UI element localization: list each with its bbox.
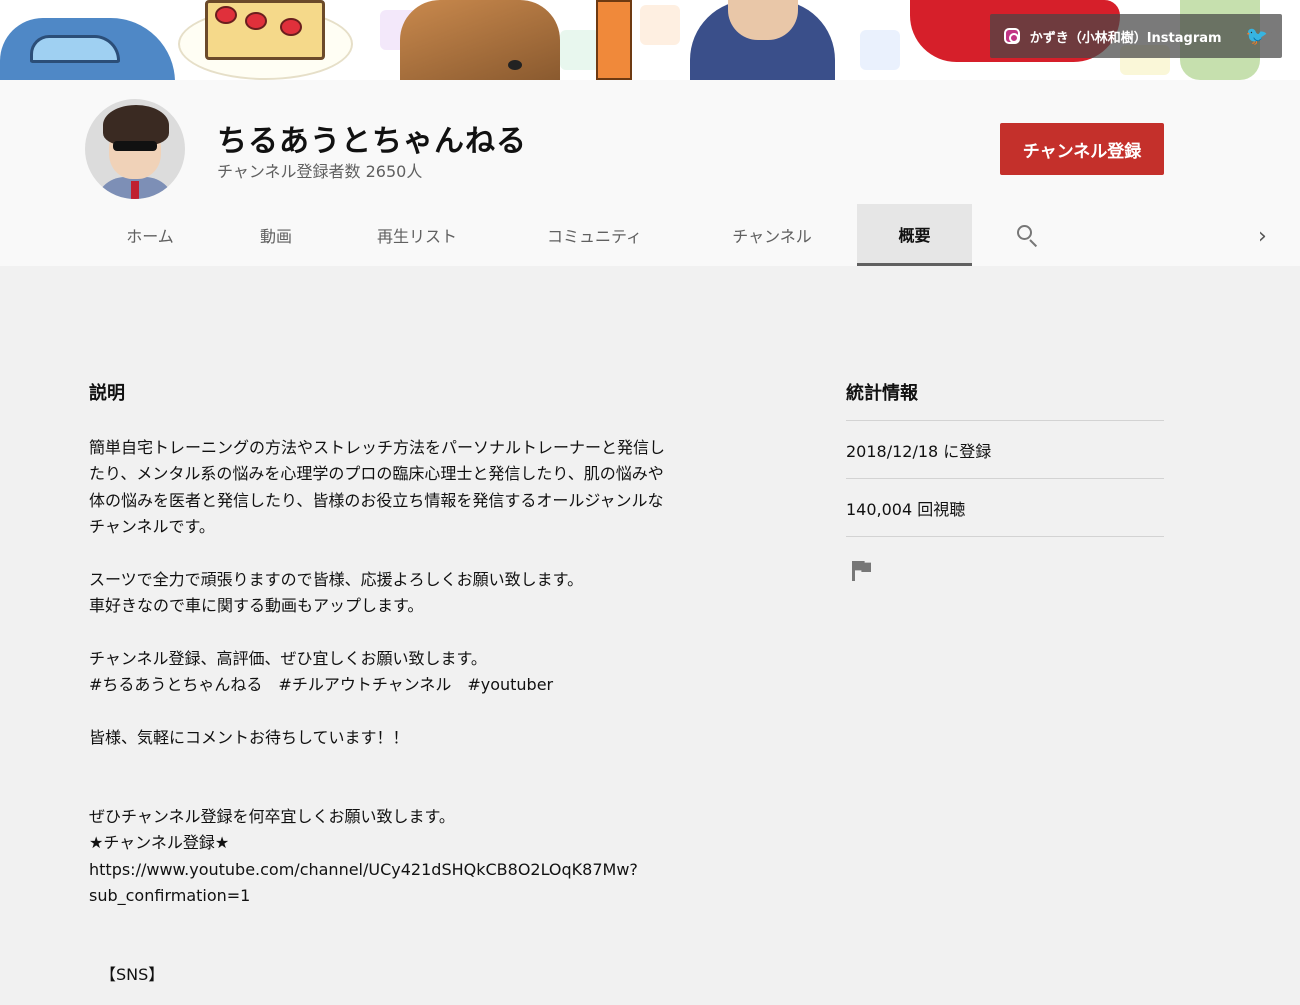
description-heading: 説明 (89, 383, 125, 404)
channel-tabs: ホーム 動画 再生リスト コミュニティ チャンネル 概要 › (0, 204, 1300, 266)
instagram-link-label: かずき（小林和樹）Instagram (1029, 30, 1222, 46)
description-paragraph: チャンネル登録、高評価、ぜひ宜しくお願い致します。 #ちるあうとちゃんねる #チ… (89, 649, 554, 695)
description-paragraph: ぜひチャンネル登録を何卒宜しくお願い致します。 ★チャンネル登録★ https:… (89, 807, 638, 906)
instagram-link[interactable]: かずき（小林和樹）Instagram 🐦 (989, 14, 1282, 58)
twitter-icon[interactable]: 🐦 (1246, 26, 1268, 47)
tab-community[interactable]: コミュニティ (522, 204, 667, 266)
tab-playlists[interactable]: 再生リスト (352, 204, 482, 266)
about-content: 説明 簡単自宅トレーニングの方法やストレッチ方法をパーソナルトレーナーと発信し … (0, 266, 1300, 1005)
stats-panel: 統計情報 2018/12/18 に登録 140,004 回視聴 (846, 364, 1164, 583)
joined-date: 2018/12/18 に登録 (846, 421, 1164, 479)
subscriber-count: チャンネル登録者数 2650人 (217, 162, 423, 181)
subscribe-button[interactable]: チャンネル登録 (1000, 123, 1164, 175)
instagram-icon (1003, 28, 1020, 44)
flag-icon[interactable] (852, 559, 874, 583)
search-icon[interactable] (1015, 223, 1039, 248)
channel-name: ちるあうとちゃんねる (217, 124, 527, 159)
channel-header: ちるあうとちゃんねる チャンネル登録者数 2650人 チャンネル登録 ホーム 動… (0, 80, 1300, 266)
chevron-right-icon[interactable]: › (1258, 224, 1267, 249)
tab-channels[interactable]: チャンネル (707, 204, 837, 266)
channel-avatar[interactable] (85, 99, 185, 199)
tab-videos[interactable]: 動画 (226, 204, 326, 266)
description-paragraph: 皆様、気軽にコメントお待ちしています！！ (89, 728, 409, 747)
channel-banner: かずき（小林和樹）Instagram 🐦 (0, 0, 1300, 80)
tab-about[interactable]: 概要 (857, 204, 972, 266)
description-paragraph: 【SNS】 (100, 965, 165, 984)
stats-heading: 統計情報 (846, 364, 1164, 421)
tab-home[interactable]: ホーム (100, 204, 200, 266)
description-paragraph: スーツで全力で頑張りますので皆様、応援よろしくお願い致します。 車好きなので車に… (89, 570, 584, 616)
description-paragraph: 簡単自宅トレーニングの方法やストレッチ方法をパーソナルトレーナーと発信し たり、… (89, 438, 666, 537)
view-count: 140,004 回視聴 (846, 479, 1164, 537)
